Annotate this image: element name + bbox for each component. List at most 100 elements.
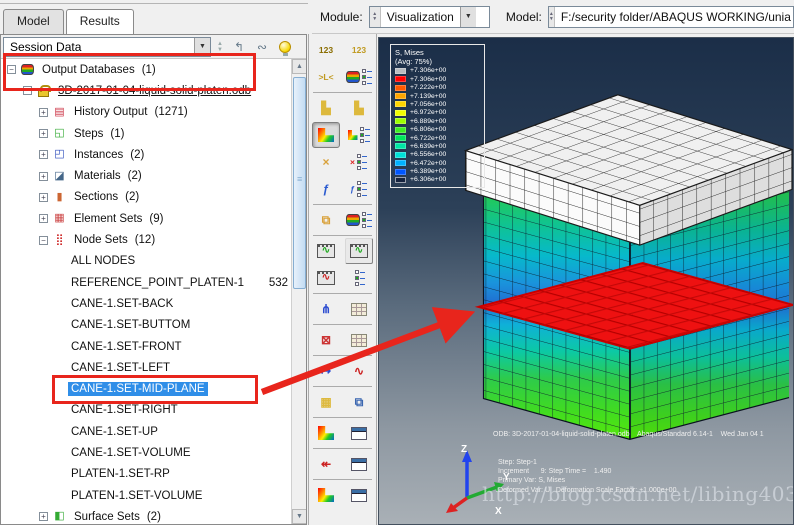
tree-item-platen-set-rp[interactable]: PLATEN-1.SET-RP [1,464,306,485]
tree-item-count: (1271) [155,106,188,118]
query-button[interactable]: ⋔ [312,296,340,322]
expand-toggle-icon[interactable]: + [39,512,48,521]
scroll-up-icon[interactable]: ▲ [292,59,307,74]
lightbulb-icon[interactable] [275,37,295,57]
node-labels-options-button[interactable]: 123 [345,37,373,63]
tree-item-instances-icon: ◰ [52,149,67,160]
scrollbar-thumb[interactable] [293,77,306,289]
material-orientation-button[interactable]: ƒ [312,176,340,202]
tab-model[interactable]: Model [3,9,64,36]
tree-item-output-databases-icon [20,64,35,75]
free-body-cut-button[interactable]: ↞ [312,451,340,477]
tree-item-label: CANE-1.SET-BUTTOM [68,318,193,332]
tick-marks-button[interactable]: >L< [312,64,340,90]
orientation-options-button[interactable]: ƒ [345,176,373,202]
spinner-icon[interactable]: ▲▼ [370,7,381,27]
tree-item-node-sets-icon: ⣿ [52,235,67,246]
toolbox-separator [313,448,372,449]
tree-item-set-up[interactable]: CANE-1.SET-UP [1,421,306,442]
animate-harmonic-button[interactable]: ∿ [312,265,340,291]
tree-item-all-nodes[interactable]: ALL NODES [1,251,306,272]
viewport-canvas[interactable]: S, Mises (Avg: 75%) +7.306e+00+7.306e+00… [378,37,794,525]
report-field-output-button[interactable]: ▦ [312,389,340,415]
tree-item-set-back[interactable]: CANE-1.SET-BACK [1,293,306,314]
tree-item-element-sets[interactable]: +▦Element Sets(9) [1,208,306,229]
plot-undeformed-shape-button[interactable]: ▙ [312,95,340,121]
animate-time-history-button[interactable]: ∿ [345,238,373,264]
chevron-down-icon[interactable]: ▼ [460,7,476,27]
odb-display-options-button[interactable] [345,64,373,90]
expand-toggle-icon[interactable]: − [39,236,48,245]
tree-item-set-right[interactable]: CANE-1.SET-RIGHT [1,400,306,421]
module-label: Module: [320,10,363,24]
expand-toggle-icon[interactable]: + [39,108,48,117]
model-3d-scene [379,38,793,524]
expand-toggle-icon[interactable]: + [39,129,48,138]
tree-item-set-buttom[interactable]: CANE-1.SET-BUTTOM [1,315,306,336]
model-combo[interactable]: ▲▼ F:/security folder/ABAQUS WORKING/uni… [548,6,794,28]
top-divider [0,3,308,4]
create-xy-data-button[interactable]: ⊠ [312,327,340,353]
expand-toggle-icon[interactable]: + [39,193,48,202]
plot-symbols-button[interactable]: × [312,149,340,175]
xy-data-manager-button[interactable] [345,327,373,353]
expand-toggle-icon[interactable]: − [7,65,16,74]
tree-item-set-left[interactable]: CANE-1.SET-LEFT [1,357,306,378]
tree-item-surface-sets[interactable]: +◧Surface Sets(2) [1,506,306,524]
tree-item-instances[interactable]: + ◰ Instances (2) [1,144,306,165]
expand-toggle-icon[interactable]: − [23,86,32,95]
tree-item-output-databases[interactable]: −Output Databases(1) [1,59,306,80]
animation-options-button[interactable] [345,265,373,291]
tree-item-platen-set-volume[interactable]: PLATEN-1.SET-VOLUME [1,485,306,506]
tree-item-sections[interactable]: +▮Sections(2) [1,187,306,208]
tree-scrollbar[interactable]: ▲ ▼ [291,59,306,524]
xy-span-button[interactable]: ↦ [312,358,340,384]
scroll-down-icon[interactable]: ▼ [292,509,307,524]
tree-item-history-output-icon: ▤ [52,107,67,118]
session-tree: −Output Databases(1)−3D-2017-01-04-liqui… [1,59,306,524]
chevron-down-icon[interactable]: ▼ [194,38,210,56]
tree-item-odb-file[interactable]: −3D-2017-01-04-liquid-solid-platen.odb [1,80,306,101]
node-labels-button[interactable]: 123 [312,37,340,63]
symbol-options-button[interactable]: × [345,149,373,175]
tree-item-label: Instances [71,148,126,162]
free-body-manager-button[interactable] [345,451,373,477]
tree-item-steps[interactable]: +◱Steps(1) [1,123,306,144]
session-data-combo[interactable]: Session Data ▼ [3,37,211,57]
module-combo[interactable]: ▲▼ Visualization ▼ [369,6,490,28]
xy-curve-button[interactable]: ∿ [345,358,373,384]
viewport-annotation-options-button[interactable] [345,296,373,322]
report-xy-button[interactable]: ⧉ [345,389,373,415]
tree-item-label: History Output [71,105,151,119]
stream-manager-button[interactable] [345,482,373,508]
expand-toggle-icon[interactable]: + [39,150,48,159]
plot-contours-button[interactable] [312,122,340,148]
tree-item-set-front[interactable]: CANE-1.SET-FRONT [1,336,306,357]
display-group-manager-button[interactable] [345,207,373,233]
view-cut-manager-button[interactable] [345,420,373,446]
tree-item-reference-point-platen[interactable]: REFERENCE_POINT_PLATEN-1532 [1,272,306,293]
animate-scale-factor-button[interactable]: ∿ [312,238,340,264]
tab-results[interactable]: Results [66,9,134,36]
tree-item-count: (12) [135,234,155,246]
view-cut-button[interactable] [312,420,340,446]
tree-item-label: CANE-1.SET-RIGHT [68,403,181,417]
module-bar: Module: ▲▼ Visualization ▼ Model: ▲▼ F:/… [312,0,794,34]
tree-item-count: (2) [130,149,144,161]
tree-item-materials[interactable]: +◪Materials(2) [1,165,306,186]
expand-toggle-icon[interactable]: + [39,172,48,181]
tree-item-node-sets[interactable]: −⣿Node Sets(12) [1,229,306,250]
stream-button[interactable] [312,482,340,508]
link-select-icon[interactable]: ∾ [252,37,272,57]
collapse-folder-icon[interactable]: ↰ [229,37,249,57]
create-display-group-button[interactable]: ⧉ [312,207,340,233]
tree-item-label: Element Sets [71,212,145,226]
tree-item-set-mid-plane[interactable]: CANE-1.SET-MID-PLANE [1,378,306,399]
tree-updown-spinner[interactable]: ▲▼ [214,41,226,53]
toolbox-separator [313,204,372,205]
tree-item-set-volume[interactable]: CANE-1.SET-VOLUME [1,442,306,463]
contour-options-button[interactable] [345,122,373,148]
tree-item-history-output[interactable]: + ▤ History Output (1271) [1,102,306,123]
expand-toggle-icon[interactable]: + [39,214,48,223]
plot-states-button[interactable]: ▙ [345,95,373,121]
